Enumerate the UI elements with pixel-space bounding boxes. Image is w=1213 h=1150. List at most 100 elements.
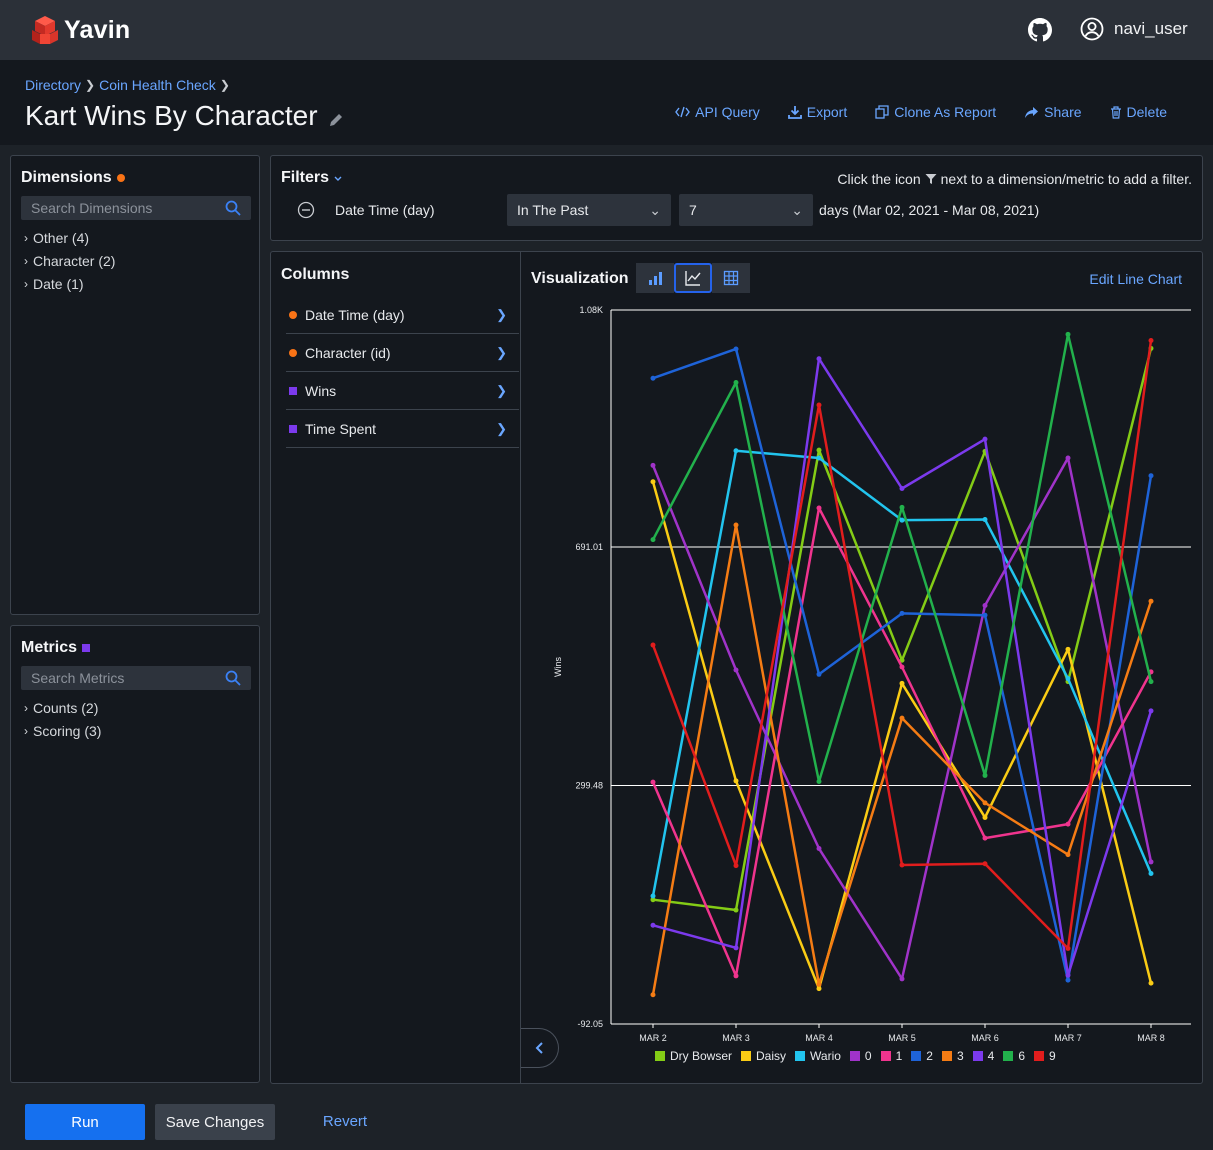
search-metrics-input[interactable] — [21, 666, 251, 690]
data-point — [733, 346, 739, 352]
data-point — [982, 772, 988, 778]
data-point — [1148, 679, 1154, 685]
dimension-group-date[interactable]: › Date (1) — [24, 276, 84, 292]
edit-line-chart-link[interactable]: Edit Line Chart — [1089, 271, 1182, 287]
code-icon — [675, 106, 691, 118]
data-point — [650, 375, 656, 381]
legend-item[interactable]: 0 — [849, 1049, 872, 1063]
filter-field: Date Time (day) — [335, 202, 435, 218]
legend-item[interactable]: Wario — [795, 1049, 841, 1063]
delete-button[interactable]: Delete — [1110, 104, 1167, 120]
share-button[interactable]: Share — [1024, 104, 1082, 120]
metric-marker — [82, 644, 91, 652]
table-button[interactable] — [712, 263, 750, 293]
bar-chart-button[interactable] — [636, 263, 674, 293]
chevron-right-icon: ❯ — [496, 382, 507, 398]
user-menu[interactable]: navi_user — [1080, 17, 1188, 41]
save-changes-button[interactable]: Save Changes — [155, 1104, 275, 1140]
export-button[interactable]: Export — [787, 104, 847, 120]
breadcrumb: Directory ❯ Coin Health Check ❯ — [25, 77, 234, 93]
line-chart-icon — [685, 271, 701, 286]
legend-label: 2 — [926, 1049, 933, 1063]
trash-icon — [1110, 105, 1121, 119]
columns-title: Columns — [281, 266, 350, 283]
data-point — [899, 485, 905, 491]
legend-item[interactable]: Dry Bowser — [655, 1049, 732, 1063]
x-tick-label: MAR 2 — [639, 1033, 667, 1043]
data-point — [1065, 646, 1071, 652]
data-point — [982, 602, 988, 608]
line-chart-button[interactable] — [674, 263, 712, 293]
legend-item[interactable]: 4 — [972, 1049, 994, 1063]
breadcrumb-coin-health-check[interactable]: Coin Health Check — [99, 77, 216, 93]
run-button[interactable]: Run — [25, 1104, 145, 1140]
search-dimensions-input[interactable] — [21, 196, 251, 220]
filter-value-select[interactable]: 7 ⌄ — [679, 194, 813, 226]
legend-swatch — [911, 1051, 922, 1061]
metrics-panel: Metrics ›Counts (2) ›Scoring (3) — [10, 625, 260, 1083]
data-point — [982, 861, 988, 867]
chevron-right-icon: › — [24, 277, 28, 291]
column-character[interactable]: Character (id) ❯ — [286, 334, 519, 372]
y-axis-label: Wins — [553, 657, 563, 677]
visualization-title: Visualization — [531, 270, 629, 287]
remove-filter-icon[interactable] — [297, 201, 315, 219]
dimension-group-character[interactable]: › Character (2) — [24, 253, 115, 269]
filter-operator-select[interactable]: In The Past ⌄ — [507, 194, 671, 226]
data-point — [816, 981, 822, 987]
legend-item[interactable]: 6 — [1003, 1049, 1025, 1063]
filters-toggle[interactable]: Filters — [281, 169, 343, 187]
metric-group-counts[interactable]: › Counts (2) — [24, 700, 98, 716]
dimension-marker — [289, 310, 297, 319]
legend-item[interactable]: 2 — [911, 1049, 933, 1063]
github-icon[interactable] — [1028, 18, 1052, 42]
breadcrumb-directory[interactable]: Directory — [25, 77, 81, 93]
pencil-icon[interactable] — [328, 112, 344, 128]
x-tick-label: MAR 3 — [722, 1033, 750, 1043]
dimension-group-other[interactable]: › Other (4) — [24, 230, 89, 246]
y-tick-label: -92.05 — [577, 1019, 603, 1029]
legend-swatch — [849, 1051, 860, 1061]
clone-icon — [875, 105, 889, 119]
data-point — [1148, 473, 1154, 479]
legend-swatch — [972, 1051, 983, 1061]
search-icon[interactable] — [225, 670, 241, 686]
share-icon — [1025, 106, 1039, 118]
column-time-spent[interactable]: Time Spent ❯ — [286, 410, 519, 448]
legend-item[interactable]: 9 — [1034, 1049, 1056, 1063]
legend-label: Dry Bowser — [670, 1049, 733, 1063]
y-tick-label: 299.48 — [575, 780, 603, 790]
clone-as-report-button[interactable]: Clone As Report — [875, 104, 996, 120]
data-point — [816, 402, 822, 408]
legend-label: 9 — [1049, 1049, 1056, 1063]
metric-group-scoring[interactable]: › Scoring (3) — [24, 723, 101, 739]
dimensions-panel: Dimensions ›Other (4) ›Character (2) ›Da… — [10, 155, 260, 615]
legend-item[interactable]: 3 — [941, 1049, 964, 1063]
data-point — [1065, 331, 1071, 337]
column-wins[interactable]: Wins ❯ — [286, 372, 519, 410]
share-label: Share — [1044, 104, 1082, 120]
chevron-right-icon: › — [24, 724, 28, 738]
data-point — [899, 664, 905, 670]
api-query-button[interactable]: API Query — [675, 104, 760, 120]
legend-item[interactable]: Daisy — [741, 1049, 786, 1063]
column-date-time[interactable]: Date Time (day) ❯ — [286, 296, 519, 334]
data-point — [982, 612, 988, 618]
data-point — [982, 835, 988, 841]
data-point — [1065, 977, 1071, 983]
legend-swatch — [1003, 1051, 1014, 1061]
report-title: Kart Wins By Character — [25, 100, 318, 131]
app-logo[interactable]: Yavin — [30, 14, 130, 46]
chevron-left-icon — [535, 1042, 543, 1054]
data-point — [650, 537, 656, 543]
dimensions-search — [21, 196, 251, 220]
revert-button[interactable]: Revert — [300, 1104, 390, 1140]
search-icon[interactable] — [225, 200, 241, 216]
data-point — [816, 671, 822, 677]
columns-visualization-panel: Columns Date Time (day) ❯ Character (id) ❯… — [270, 251, 1203, 1084]
data-point — [899, 610, 905, 616]
legend-item[interactable]: 1 — [880, 1049, 902, 1063]
data-point — [650, 479, 656, 485]
report-actions: API Query Export Clone As Report Share D… — [647, 104, 1167, 120]
y-tick-label: 1.08K — [579, 305, 603, 315]
